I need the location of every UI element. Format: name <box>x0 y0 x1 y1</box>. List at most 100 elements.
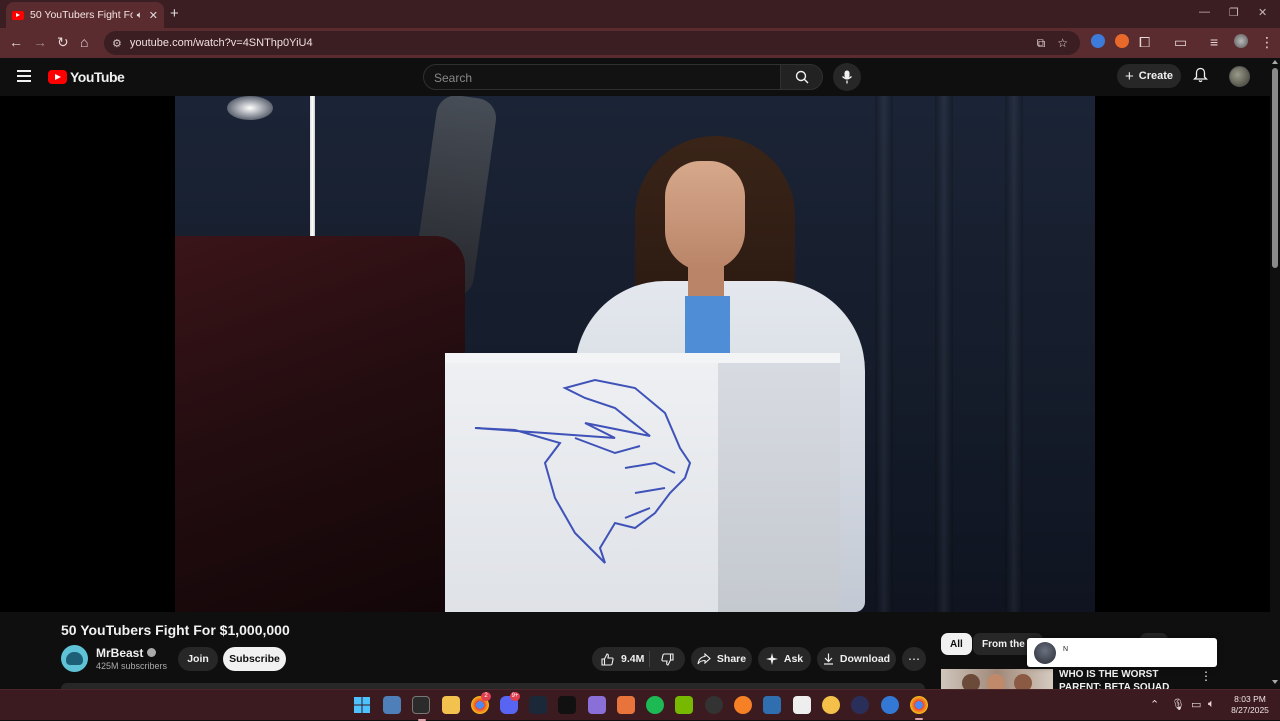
popup-text: N <box>1063 646 1069 653</box>
channel-avatar[interactable] <box>61 645 88 672</box>
account-avatar[interactable] <box>1229 66 1250 87</box>
back-arrow-icon[interactable]: ← <box>9 34 23 50</box>
chrome-app-icon[interactable]: 2 <box>471 692 491 714</box>
youtube-play-logo-icon <box>48 70 67 84</box>
windows-start-icon[interactable] <box>353 696 371 714</box>
extension-orange-icon[interactable] <box>1115 34 1129 48</box>
nvidia-app-icon[interactable] <box>675 696 693 714</box>
browser-toolbar: ← → ↻ ⌂ ⚙ youtube.com/watch?v=4SNThp0YiU… <box>0 28 1280 58</box>
tray-overflow-chevron-icon[interactable]: ⌃ <box>1150 698 1159 711</box>
download-arrow-icon <box>823 653 834 665</box>
obs-app-icon[interactable] <box>705 696 723 714</box>
extensions-puzzle-icon[interactable]: ⧠ <box>1139 34 1150 51</box>
chip-all[interactable]: All <box>941 633 972 655</box>
search-icon <box>795 70 808 84</box>
subscribe-button[interactable]: Subscribe <box>223 647 286 671</box>
video-frame-detail <box>175 236 465 612</box>
tab-title: 50 YouTubers Fight For $1,0 <box>30 9 133 21</box>
dislike-button[interactable] <box>650 652 685 666</box>
browser-menu-icon[interactable]: ⋮ <box>1260 34 1274 51</box>
ask-button[interactable]: Ask <box>758 647 811 671</box>
like-dislike-group: 9.4M <box>592 647 685 671</box>
like-button[interactable]: 9.4M <box>592 651 650 667</box>
youtube-masthead: YouTube Search + Create <box>0 58 1270 96</box>
microphone-icon <box>842 70 852 84</box>
profile-avatar-icon[interactable] <box>1234 34 1248 48</box>
more-actions-icon[interactable]: ⋯ <box>902 647 926 671</box>
notion-app-icon[interactable] <box>793 696 811 714</box>
popup-avatar <box>1034 642 1056 664</box>
remote-app-icon[interactable] <box>881 696 899 714</box>
feather-app-icon[interactable] <box>588 696 606 714</box>
channel-name[interactable]: MrBeast <box>96 646 157 660</box>
join-button[interactable]: Join <box>178 647 218 671</box>
guide-menu-icon[interactable] <box>17 70 31 82</box>
scrollbar-thumb[interactable] <box>1272 68 1278 268</box>
download-button[interactable]: Download <box>817 647 896 671</box>
notification-popup[interactable]: N <box>1027 638 1217 667</box>
youtube-logo-text: YouTube <box>70 69 125 85</box>
site-info-icon[interactable]: ⚙ <box>112 37 122 50</box>
youtube-logo[interactable]: YouTube <box>48 69 125 85</box>
tray-display-icon[interactable]: ▭ <box>1191 698 1201 711</box>
scroll-up-arrow-icon[interactable] <box>1272 60 1278 64</box>
curseforge-app-icon[interactable] <box>734 696 752 714</box>
search-input[interactable]: Search <box>423 64 781 90</box>
audio-app-icon[interactable] <box>851 696 869 714</box>
video-frame-detail <box>310 96 315 236</box>
video-frame-detail <box>665 161 745 271</box>
chrome-active-app-icon[interactable] <box>910 696 928 720</box>
side-panel-icon[interactable]: ▭ <box>1174 34 1187 51</box>
vlc-app-icon[interactable] <box>617 696 635 714</box>
tray-microphone-icon[interactable]: 🎙︎ <box>1171 698 1185 711</box>
search-button[interactable] <box>780 64 823 90</box>
share-label: Share <box>716 653 747 665</box>
terminal-app-icon[interactable] <box>412 696 430 721</box>
file-explorer-icon[interactable] <box>442 696 460 714</box>
browser-tab-youtube[interactable]: 50 YouTubers Fight For $1,0 🔈︎ ✕ <box>6 2 164 28</box>
video-player[interactable] <box>175 96 1095 612</box>
extension-blue-icon[interactable] <box>1091 34 1105 48</box>
media-app-icon[interactable] <box>558 696 576 714</box>
bookmark-star-icon[interactable]: ☆ <box>1057 36 1068 50</box>
youtube-favicon-icon <box>12 10 24 20</box>
recommendation-thumbnail[interactable] <box>941 669 1053 689</box>
tab-close-icon[interactable]: ✕ <box>149 9 158 22</box>
voice-search-button[interactable] <box>833 63 861 91</box>
steam-app-icon[interactable] <box>529 696 547 714</box>
create-button[interactable]: + Create <box>1117 64 1181 88</box>
video-frame-detail <box>935 96 953 612</box>
clock-time: 8:03 PM <box>1234 694 1266 704</box>
spotify-app-icon[interactable] <box>646 696 664 714</box>
forward-arrow-icon[interactable]: → <box>33 34 47 50</box>
thumbs-down-icon <box>661 652 674 666</box>
speaker-icon[interactable]: 🔈︎ <box>137 10 143 21</box>
new-tab-plus-icon[interactable]: + <box>170 5 179 22</box>
recommendation-menu-icon[interactable]: ⋮ <box>1200 669 1212 683</box>
media-controls-icon[interactable]: ≡ <box>1210 34 1218 50</box>
download-label: Download <box>839 653 891 665</box>
emoji-app-icon[interactable] <box>822 696 840 714</box>
reload-icon[interactable]: ↻ <box>57 34 69 51</box>
recommendation-title[interactable]: WHO IS THE WORST PARENT: BETA SQUAD EDIT… <box>1059 668 1194 689</box>
discord-app-icon[interactable]: 9+ <box>500 692 520 714</box>
chrome-badge: 2 <box>481 692 491 701</box>
page-scrollbar[interactable] <box>1270 58 1280 688</box>
create-label: Create <box>1138 70 1173 82</box>
home-icon[interactable]: ⌂ <box>80 34 88 50</box>
share-button[interactable]: Share <box>691 647 752 671</box>
address-bar[interactable]: ⚙ youtube.com/watch?v=4SNThp0YiU4 ⧉ ☆ <box>104 31 1080 55</box>
capcut-app-icon[interactable] <box>763 696 781 714</box>
restore-icon[interactable]: ❐ <box>1229 6 1239 19</box>
minimize-icon[interactable]: — <box>1199 6 1210 18</box>
window-close-icon[interactable]: ✕ <box>1258 6 1267 19</box>
channel-name-text: MrBeast <box>96 646 144 660</box>
scroll-down-arrow-icon[interactable] <box>1272 680 1278 684</box>
clock-date: 8/27/2025 <box>1231 705 1269 715</box>
tray-volume-icon[interactable]: 🔈︎ <box>1208 698 1215 711</box>
install-app-icon[interactable]: ⧉ <box>1037 36 1046 51</box>
taskbar-clock[interactable]: 8:03 PM 8/27/2025 <box>1226 694 1274 716</box>
windows-taskbar: 2 9+ ⌃ 🎙︎ ▭ 🔈︎ 8:03 PM 8/27/2025 <box>0 689 1280 721</box>
photos-app-icon[interactable] <box>383 696 401 714</box>
notifications-bell-icon[interactable] <box>1193 67 1208 83</box>
